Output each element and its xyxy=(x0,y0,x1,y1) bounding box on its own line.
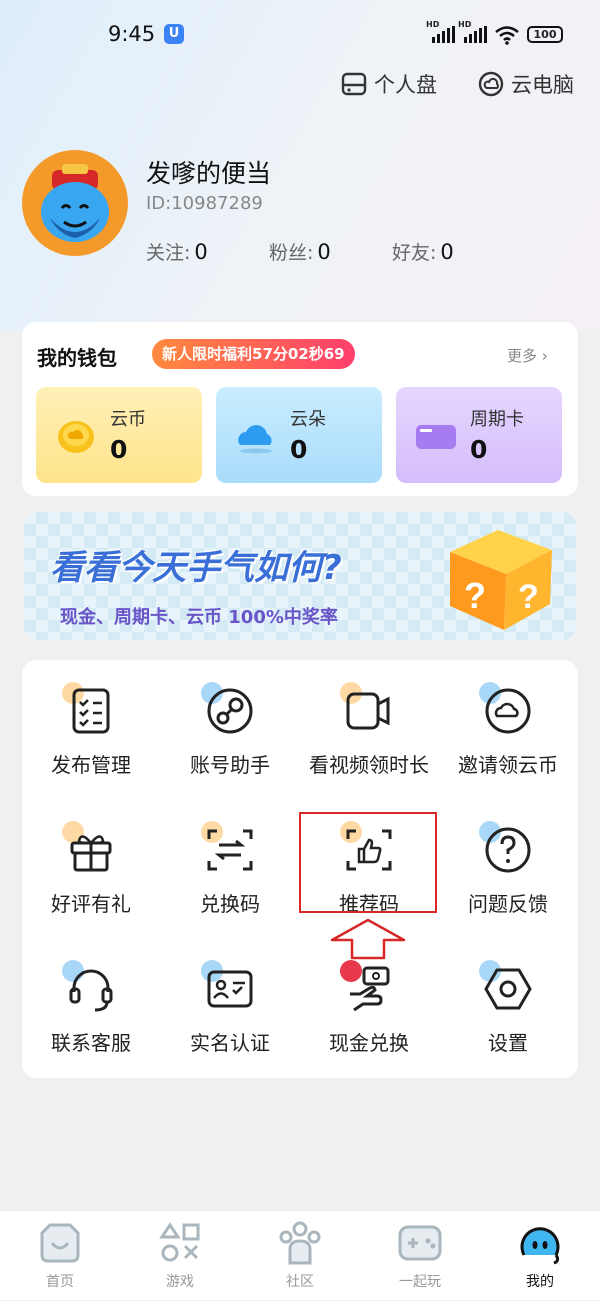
community-icon xyxy=(279,1221,321,1265)
mine-mascot-icon xyxy=(520,1227,560,1265)
signal-icon xyxy=(464,26,487,43)
grid-item-invite-coins[interactable]: 邀请领云币 xyxy=(433,682,583,816)
grid-item-label: 账号助手 xyxy=(190,753,270,777)
grid-item-label: 联系客服 xyxy=(51,1031,131,1055)
fans-stat[interactable]: 粉丝: 0 xyxy=(269,238,331,265)
grid-item-account-helper[interactable]: 账号助手 xyxy=(155,682,305,816)
question-icon xyxy=(485,827,531,873)
tab-label: 我的 xyxy=(526,1274,554,1290)
tab-play-together[interactable]: 一起玩 xyxy=(360,1211,480,1301)
cloud-pc-button[interactable]: 云电脑 xyxy=(477,68,574,100)
follow-stat[interactable]: 关注: 0 xyxy=(146,238,208,265)
banner-subtitle: 现金、周期卡、云币 100%中奖率 xyxy=(60,607,338,628)
card-icon xyxy=(416,425,456,449)
tab-mine[interactable]: 我的 xyxy=(480,1211,600,1301)
tab-games[interactable]: 游戏 xyxy=(120,1211,240,1301)
svg-text:?: ? xyxy=(464,575,486,616)
tab-label: 一起玩 xyxy=(399,1274,441,1290)
friends-count: 0 xyxy=(440,240,454,264)
wallet-item-label: 云币 xyxy=(110,409,146,430)
grid-item-label: 好评有礼 xyxy=(51,892,131,916)
fans-count: 0 xyxy=(317,240,331,264)
status-bar: 9:45 U HD HD 100 xyxy=(0,0,600,68)
disk-icon xyxy=(341,72,367,96)
grid-item-label: 实名认证 xyxy=(190,1031,270,1055)
battery-indicator: 100 xyxy=(527,26,563,43)
home-icon xyxy=(40,1223,80,1263)
wallet-item-period-card[interactable]: 周期卡 0 xyxy=(396,387,562,483)
user-id: ID:10987289 xyxy=(146,193,263,214)
game-symbols-icon xyxy=(159,1222,200,1262)
friends-stat[interactable]: 好友: 0 xyxy=(392,238,454,265)
checklist-icon xyxy=(72,688,110,734)
follow-count: 0 xyxy=(194,240,208,264)
gift-icon xyxy=(70,835,112,872)
grid-item-label: 设置 xyxy=(488,1031,528,1055)
wallet-item-cloud[interactable]: 云朵 0 xyxy=(216,387,382,483)
personal-disk-label: 个人盘 xyxy=(374,73,437,97)
cloud-pc-label: 云电脑 xyxy=(511,73,574,97)
wallet-item-label: 云朵 xyxy=(290,409,326,430)
grid-item-customer-service[interactable]: 联系客服 xyxy=(16,960,166,1094)
cloud-icon xyxy=(238,425,272,454)
cloud-pc-icon xyxy=(478,71,504,97)
coin-icon xyxy=(58,421,94,453)
tab-label: 社区 xyxy=(286,1274,314,1290)
follow-label: 关注: xyxy=(146,242,191,264)
bottom-tab-bar: 首页 游戏 社区 一起玩 我的 xyxy=(0,1210,600,1300)
wallet-item-value: 0 xyxy=(110,435,128,464)
wallet-item-label: 周期卡 xyxy=(470,409,524,430)
wallet-item-value: 0 xyxy=(290,435,308,464)
avatar[interactable] xyxy=(22,150,128,256)
banner-title: 看看今天手气如何? xyxy=(50,548,342,588)
grid-item-redeem-code[interactable]: 兑换码 xyxy=(155,821,305,955)
up-arrow-icon xyxy=(330,918,406,960)
grid-item-cash-exchange[interactable]: 现金兑换 xyxy=(294,960,444,1094)
wallet-more-link[interactable]: 更多 › xyxy=(507,345,548,366)
highlight-box xyxy=(299,812,437,913)
grid-item-publish-manage[interactable]: 发布管理 xyxy=(16,682,166,816)
wallet-item-value: 0 xyxy=(470,435,488,464)
fans-label: 粉丝: xyxy=(269,242,314,264)
app-notification-icon: U xyxy=(164,24,184,44)
grid-item-watch-video[interactable]: 看视频领时长 xyxy=(294,682,444,816)
grid-item-label: 看视频领时长 xyxy=(309,753,429,777)
signal-icon xyxy=(432,26,455,43)
svg-text:?: ? xyxy=(518,578,539,616)
status-time: 9:45 xyxy=(108,22,156,46)
grid-item-realname-verify[interactable]: 实名认证 xyxy=(155,960,305,1094)
grid-item-review-gift[interactable]: 好评有礼 xyxy=(16,821,166,955)
personal-disk-button[interactable]: 个人盘 xyxy=(340,68,437,100)
avatar-face-icon xyxy=(41,164,109,242)
wallet-title: 我的钱包 xyxy=(37,346,117,370)
id-card-icon xyxy=(207,970,253,1008)
tab-community[interactable]: 社区 xyxy=(240,1211,360,1301)
grid-item-label: 邀请领云币 xyxy=(458,753,558,777)
grid-item-label: 发布管理 xyxy=(51,753,131,777)
friends-label: 好友: xyxy=(392,242,437,264)
exchange-scan-icon xyxy=(207,829,253,871)
cash-hand-icon xyxy=(350,966,390,1012)
grid-item-settings[interactable]: 设置 xyxy=(433,960,583,1094)
cloud-circle-icon xyxy=(485,688,531,734)
mystery-box-icon: ? ? xyxy=(450,530,552,630)
steam-icon xyxy=(207,688,253,734)
grid-item-label: 兑换码 xyxy=(200,892,260,916)
video-camera-icon xyxy=(346,692,390,730)
user-name: 发嗲的便当 xyxy=(146,159,272,188)
gamepad-icon xyxy=(398,1225,442,1261)
headset-icon xyxy=(69,969,113,1012)
wifi-icon xyxy=(495,26,519,45)
tab-home[interactable]: 首页 xyxy=(0,1211,120,1301)
grid-item-label: 现金兑换 xyxy=(329,1031,409,1055)
grid-item-label: 问题反馈 xyxy=(468,892,548,916)
hexagon-settings-icon xyxy=(484,968,532,1010)
tab-label: 游戏 xyxy=(166,1274,194,1290)
wallet-item-coin[interactable]: 云币 0 xyxy=(36,387,202,483)
grid-item-feedback[interactable]: 问题反馈 xyxy=(433,821,583,955)
tab-label: 首页 xyxy=(46,1274,74,1290)
promo-badge[interactable]: 新人限时福利57分02秒69 xyxy=(152,339,355,369)
